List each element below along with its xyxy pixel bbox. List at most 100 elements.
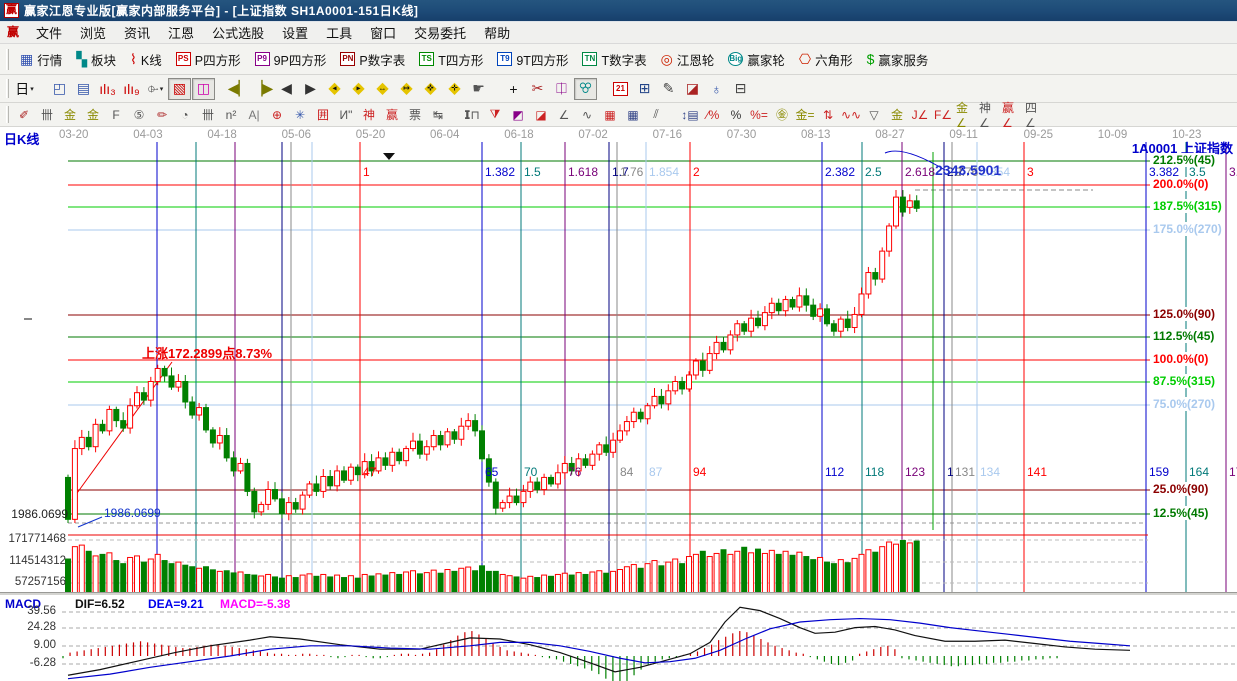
expand-h-diamond-button[interactable]: ◆↔ [371,78,394,100]
bars-9-icon[interactable]: ılı₉ [120,78,143,100]
draw-pen-tool[interactable]: ✐ [13,105,35,124]
9p-square-button[interactable]: P99P四方形 [248,47,334,72]
percent-tool[interactable]: % [725,105,747,124]
grid-red-tool[interactable]: ▦ [599,105,621,124]
bind-bars-tool[interactable]: ↕▤ [679,105,701,124]
bars-3-icon[interactable]: ılı₃ [96,78,119,100]
9t-square-button[interactable]: T99T四方形 [490,47,575,72]
next-bar-button[interactable]: ▶ [299,78,322,100]
cycle-clock-tool[interactable]: ◔ [174,105,196,124]
menu-item-文件[interactable]: 文件 [27,21,71,44]
menu-item-公式选股[interactable]: 公式选股 [203,21,273,44]
erase-button[interactable]: ✂ [526,78,549,100]
star-grid-tool[interactable]: ✳ [289,105,311,124]
a-line-tool[interactable]: A| [243,105,265,124]
pane-splitter[interactable] [0,592,1237,596]
menu-item-交易委托[interactable]: 交易委托 [405,21,475,44]
f-comb-tool[interactable]: F [105,105,127,124]
toolbar-grip[interactable] [6,79,9,98]
sort-pen-tool[interactable]: ⇅ [817,105,839,124]
region-select-icon[interactable]: ◰ [48,78,71,100]
wave-band-tool[interactable]: ∿∿ [840,105,862,124]
gold-level-tool[interactable]: 金= [794,105,816,124]
drag-hand-button[interactable]: ☛ [467,78,490,100]
spiral-tool[interactable]: ⑤ [128,105,150,124]
fan-box2-tool[interactable]: ◪ [530,105,552,124]
comb2-tool[interactable]: 卌 [197,105,219,124]
grid-blue-tool[interactable]: ▦ [622,105,644,124]
gold-circle-tool[interactable]: ㊎ [771,105,793,124]
info-panel-icon[interactable]: ▤ [72,78,95,100]
menu-item-工具[interactable]: 工具 [317,21,361,44]
shen-angle-tool[interactable]: 神∠ [978,105,1000,124]
menu-item-资讯[interactable]: 资讯 [115,21,159,44]
gann-comb-tool[interactable]: 卌 [36,105,58,124]
angle-lines-tool[interactable]: ∠ [553,105,575,124]
gold-angle-tool[interactable]: 金∠ [955,105,977,124]
web-button[interactable]: ♁ [705,78,728,100]
jump-last-button[interactable]: ▕▶ [251,78,274,100]
fan-box-tool[interactable]: ◩ [507,105,529,124]
n-wave-tool[interactable]: И" [335,105,357,124]
kline-button[interactable]: ⌇K线 [123,47,169,72]
toolbar-grip[interactable] [6,49,9,70]
f-angle-tool[interactable]: F∠ [932,105,954,124]
menu-item-帮助[interactable]: 帮助 [475,21,519,44]
notes-button[interactable]: ✎ [657,78,680,100]
menu-item-设置[interactable]: 设置 [273,21,317,44]
expand-all-diamond-button[interactable]: ◆✛ [443,78,466,100]
save-button[interactable]: ◪ [681,78,704,100]
color-histogram-icon[interactable]: ◫ [192,78,215,100]
kline-style-dropdown[interactable]: 日▾ [13,78,36,100]
hexagon-button[interactable]: ⎔六角形 [792,47,860,72]
red-fan-tool[interactable]: ⧩ [484,105,506,124]
n2-tool[interactable]: n² [220,105,242,124]
toolbar-grip[interactable] [6,106,9,122]
jump-first-button[interactable]: ◀▏ [227,78,250,100]
net-brain-button[interactable]: ꕢ [574,78,597,100]
ticket-grid-tool[interactable]: 票 [404,105,426,124]
calculator-button[interactable]: ⊞ [633,78,656,100]
compress-all-diamond-button[interactable]: ◆✜ [419,78,442,100]
gold-comb-tool[interactable]: 金 [59,105,81,124]
parallel-tool[interactable]: ⫽ [645,105,667,124]
brush-tool[interactable]: ✏ [151,105,173,124]
prev-bar-button[interactable]: ◀ [275,78,298,100]
t-table-button[interactable]: TNT数字表 [575,47,653,72]
sectors-button[interactable]: ▚板块 [69,47,123,72]
shen-grid-tool[interactable]: 神 [358,105,380,124]
j-angle-tool[interactable]: J∠ [909,105,931,124]
print-button[interactable]: ⊟ [729,78,752,100]
win-grid-tool[interactable]: 赢 [381,105,403,124]
draw-pattern-icon[interactable]: ▧ [168,78,191,100]
gold-underline-tool[interactable]: 金 [886,105,908,124]
gann-wheel-button[interactable]: ◎江恩轮 [654,47,722,72]
flat-tool[interactable]: ▽ [863,105,885,124]
menu-item-江恩[interactable]: 江恩 [159,21,203,44]
gold-comb2-tool[interactable]: 金 [82,105,104,124]
four-angle-tool[interactable]: 四∠ [1024,105,1046,124]
p-table-button[interactable]: PNP数字表 [333,47,412,72]
chart-canvas[interactable] [0,127,1237,681]
box-tool[interactable]: 𝗜⊓ [461,105,483,124]
square-grid-tool[interactable]: 囲 [312,105,334,124]
menu-item-浏览[interactable]: 浏览 [71,21,115,44]
winner-service-button[interactable]: $赢家服务 [860,47,936,72]
p-square-button[interactable]: PSP四方形 [169,47,248,72]
span-measure-tool[interactable]: ↹ [427,105,449,124]
percent-level-tool[interactable]: %= [748,105,770,124]
crosshair-button[interactable]: + [502,78,525,100]
menu-item-窗口[interactable]: 窗口 [361,21,405,44]
circle-cross-tool[interactable]: ⊕ [266,105,288,124]
compress-h-diamond-button[interactable]: ◆↦ [395,78,418,100]
frame-tool-button[interactable]: ⎅ [550,78,573,100]
wave-tool[interactable]: ∿ [576,105,598,124]
calendar-button[interactable]: 21 [609,78,632,100]
chart-area[interactable]: 日K线 03-2004-0304-1805-0605-2006-0406-180… [0,127,1237,681]
shift-left-diamond-button[interactable]: ◆◂ [323,78,346,100]
shift-right-diamond-button[interactable]: ◆▸ [347,78,370,100]
t-square-button[interactable]: TST四方形 [412,47,490,72]
flask-dropdown[interactable]: ⌱▾ [144,78,167,100]
percent-line-tool[interactable]: ⁄% [702,105,724,124]
quotes-button[interactable]: ▦行情 [13,47,69,72]
